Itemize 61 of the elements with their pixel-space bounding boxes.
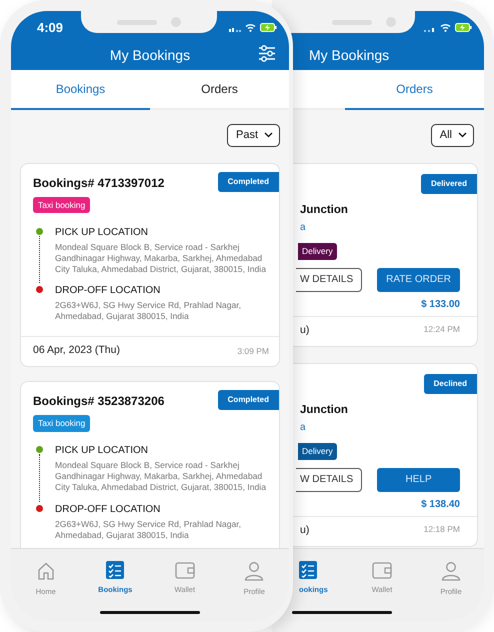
booking-number: Bookings# 3523873206 (33, 393, 164, 410)
status-time: 4:09 (36, 18, 64, 37)
booking-time: 3:09 PM (237, 344, 269, 358)
chevron-down-icon (458, 132, 467, 138)
route-line (38, 454, 40, 502)
checklist-icon (299, 561, 317, 579)
location-label: DROP-OFF LOCATION (55, 502, 162, 517)
wallet-icon (174, 561, 195, 579)
status-badge: Declined (424, 374, 477, 394)
filter-dropdown[interactable]: Past (226, 124, 280, 146)
order-price: $ 133.00 (420, 298, 461, 312)
booking-type-tag: Taxi booking (33, 415, 90, 432)
location-label: PICK UP LOCATION (55, 444, 149, 458)
filter-sliders-icon[interactable] (258, 45, 276, 62)
action-button[interactable]: RATE ORDER (377, 268, 460, 292)
status-badge: Delivered (420, 174, 477, 194)
location-address: 2G63+W6J, SG Hwy Service Rd, Prahlad Nagar, Ahmedabad, Gujarat 380015, India (55, 518, 242, 542)
checklist-icon (106, 561, 124, 579)
details-button[interactable]: W DETAILS (296, 268, 362, 292)
delivery-tag: Delivery (298, 442, 337, 460)
order-price: $ 138.40 (420, 498, 461, 512)
chevron-down-icon (264, 132, 273, 138)
order-time: 12:18 PM (424, 522, 460, 536)
location-label: PICK UP LOCATION (55, 226, 149, 240)
order-date: u) (300, 522, 310, 538)
battery-icon (455, 23, 472, 32)
delivery-tag: Delivery (298, 242, 337, 260)
tab[interactable]: Orders (150, 70, 289, 110)
details-button[interactable]: W DETAILS (296, 468, 362, 492)
wallet-icon (372, 561, 392, 579)
page-title: My Bookings (309, 46, 390, 65)
booking-date: 06 Apr, 2023 (Thu) (33, 343, 120, 358)
pickup-dot (36, 228, 42, 234)
home-icon (36, 561, 56, 581)
dropoff-dot (36, 504, 42, 512)
store-link[interactable]: a (300, 420, 477, 435)
profile-icon (441, 561, 461, 581)
location-address: Mondeal Square Block B, Service road - Sarkhej Gandhinagar Highway, Makarba, Sarkhej, Ahmedabad City Taluka, Ahmedabad District, Gujarat, 380015, India (55, 460, 267, 494)
page-title: My Bookings (110, 46, 190, 65)
location-address: 2G63+W6J, SG Hwy Service Rd, Prahlad Nagar, Ahmedabad, Gujarat 380015, India (55, 300, 242, 324)
route-line (38, 236, 40, 284)
booking-type-tag: Taxi booking (33, 196, 90, 214)
dropoff-dot (36, 286, 42, 294)
tab[interactable]: Bookings (11, 70, 150, 110)
order-time: 12:24 PM (424, 322, 460, 336)
pickup-dot (36, 446, 42, 454)
location-address: Mondeal Square Block B, Service road - Sarkhej Gandhinagar Highway, Makarba, Sarkhej, Ahmedabad City Taluka, Ahmedabad District, Gujarat, 380015, India (55, 242, 267, 276)
store-link[interactable]: a (300, 220, 477, 235)
profile-icon (244, 561, 264, 581)
battery-icon (260, 23, 277, 32)
wifi-icon (245, 23, 256, 32)
wifi-icon (440, 23, 451, 32)
booking-number: Bookings# 4713397012 (33, 174, 164, 192)
status-badge: Completed (218, 390, 279, 410)
filter-dropdown[interactable]: All (430, 124, 474, 146)
location-label: DROP-OFF LOCATION (55, 284, 162, 298)
store-name: Junction (300, 202, 349, 218)
store-name: Junction (300, 402, 349, 418)
action-button[interactable]: HELP (377, 468, 460, 492)
status-badge: Completed (218, 172, 279, 192)
order-date: u) (300, 322, 310, 338)
